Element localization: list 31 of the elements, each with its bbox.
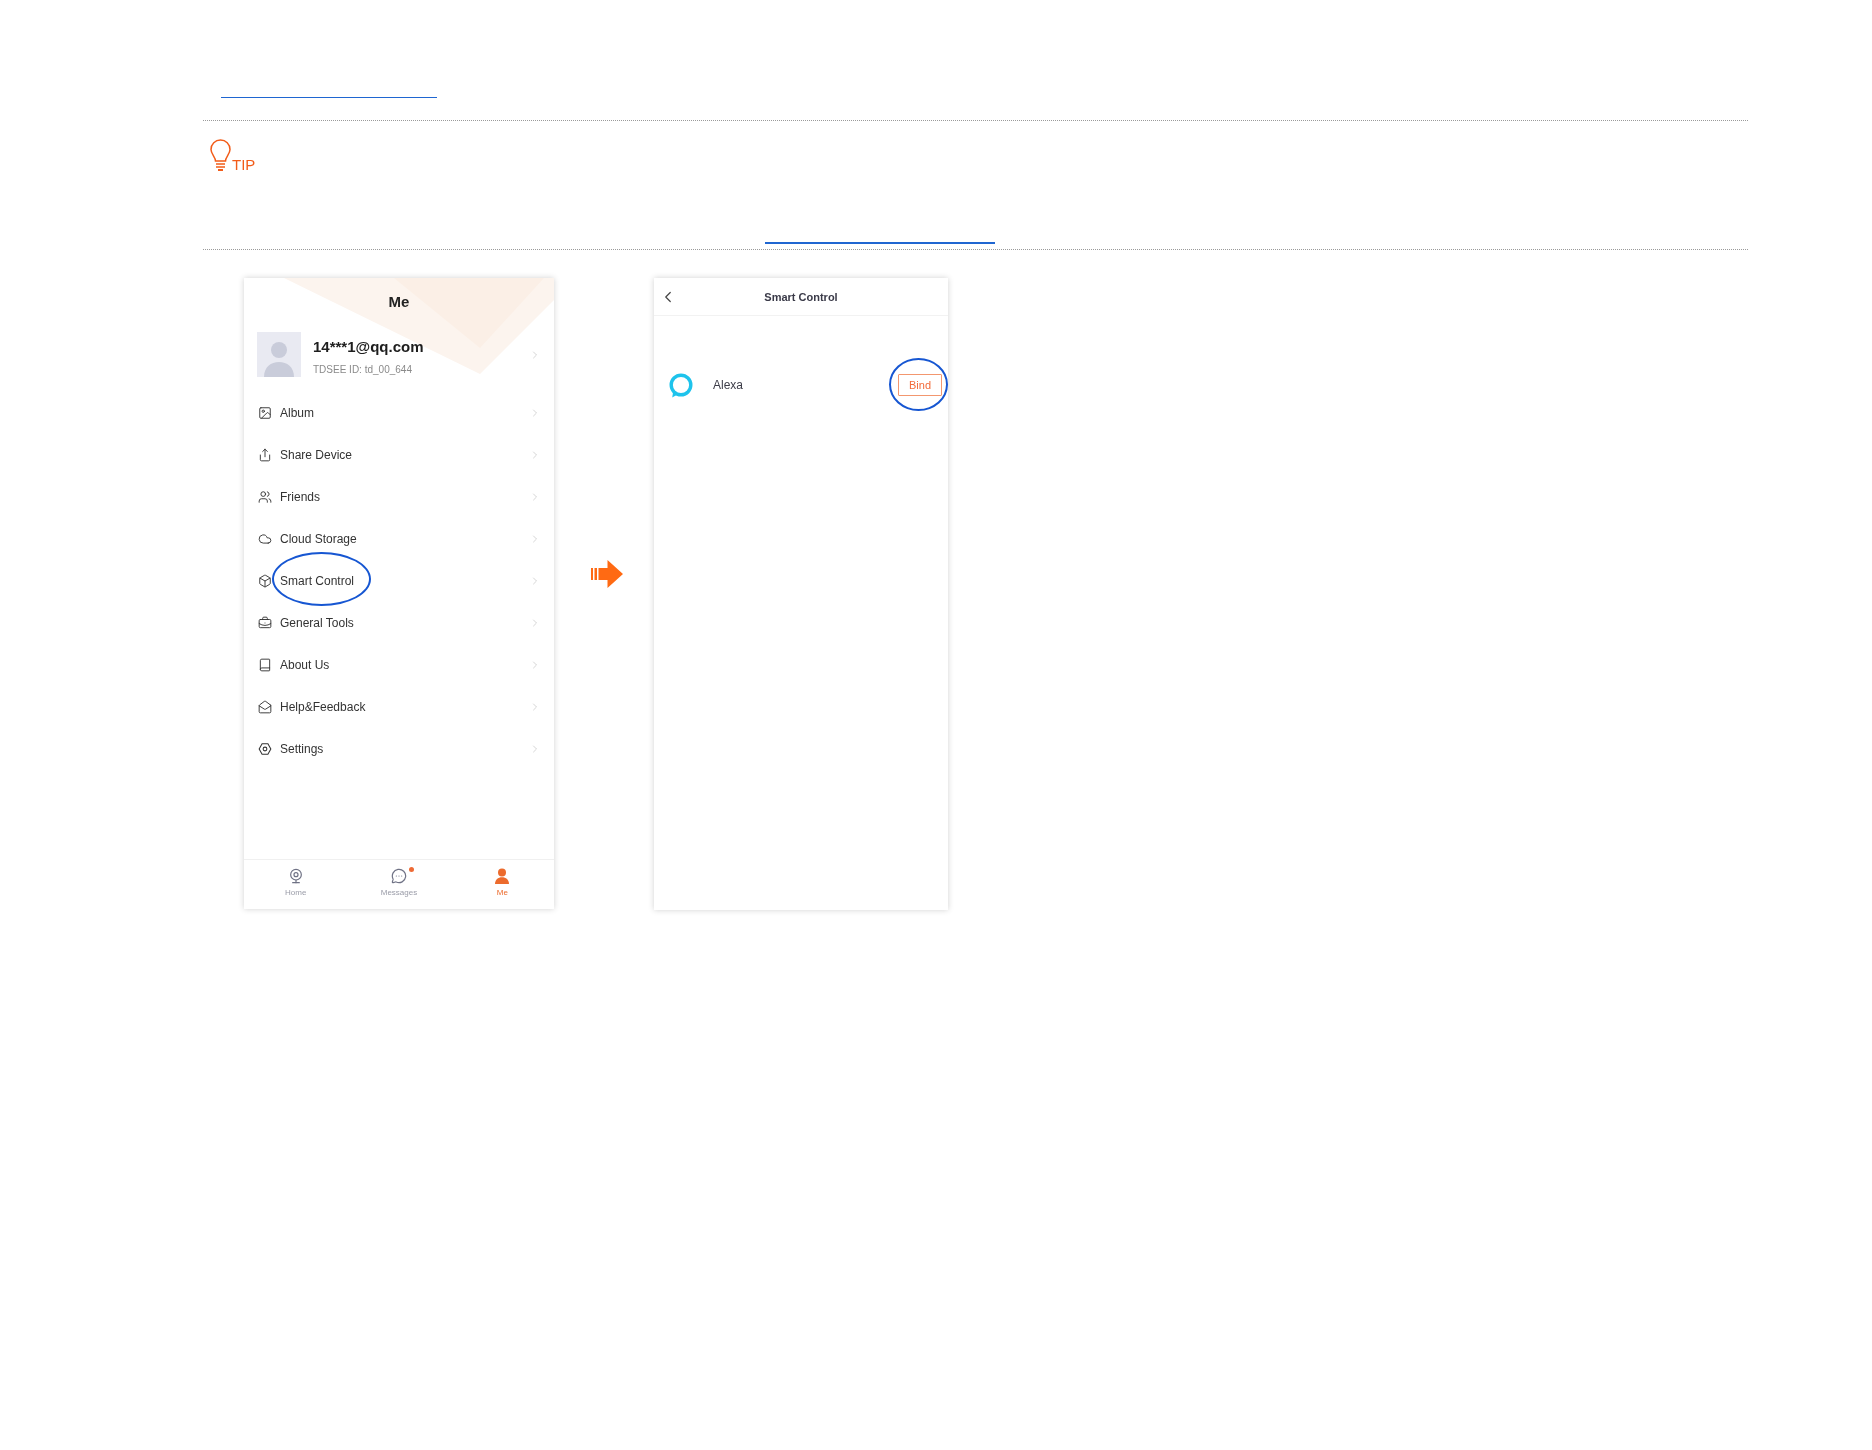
- settings-icon: [258, 742, 272, 756]
- menu-item[interactable]: Help&Feedback: [244, 686, 554, 728]
- menu-item[interactable]: Cloud Storage: [244, 518, 554, 560]
- menu-item[interactable]: General Tools: [244, 602, 554, 644]
- menu-item[interactable]: About Us: [244, 644, 554, 686]
- arrow-right-icon: [591, 560, 623, 588]
- account-id: TDSEE ID: td_00_644: [313, 364, 412, 376]
- users-icon: [258, 490, 272, 504]
- tip-label: TIP: [232, 157, 256, 172]
- mail-icon: [258, 700, 272, 714]
- menu-item[interactable]: Settings: [244, 728, 554, 770]
- menu-item[interactable]: Share Device: [244, 434, 554, 476]
- account-email: 14***1@qq.com: [313, 338, 424, 356]
- menu-item[interactable]: Friends: [244, 476, 554, 518]
- cloud-icon: [258, 532, 272, 546]
- cube-icon: [258, 574, 272, 588]
- menu-item[interactable]: Smart Control: [244, 560, 554, 602]
- person-icon: [494, 868, 511, 884]
- menu-item[interactable]: Album: [244, 392, 554, 434]
- service-name: Alexa: [713, 378, 744, 392]
- screen-title: Smart Control: [764, 290, 838, 303]
- ring-icon: [669, 372, 693, 398]
- avatar-icon: [257, 332, 301, 377]
- chat-icon: [391, 868, 407, 884]
- share-icon: [258, 448, 272, 462]
- webcam-icon: [287, 868, 304, 884]
- book-icon: [258, 658, 272, 672]
- briefcase-icon: [258, 616, 272, 630]
- image-icon: [258, 406, 272, 420]
- screen-title: Me: [388, 293, 410, 310]
- lightbulb-icon: [210, 139, 231, 172]
